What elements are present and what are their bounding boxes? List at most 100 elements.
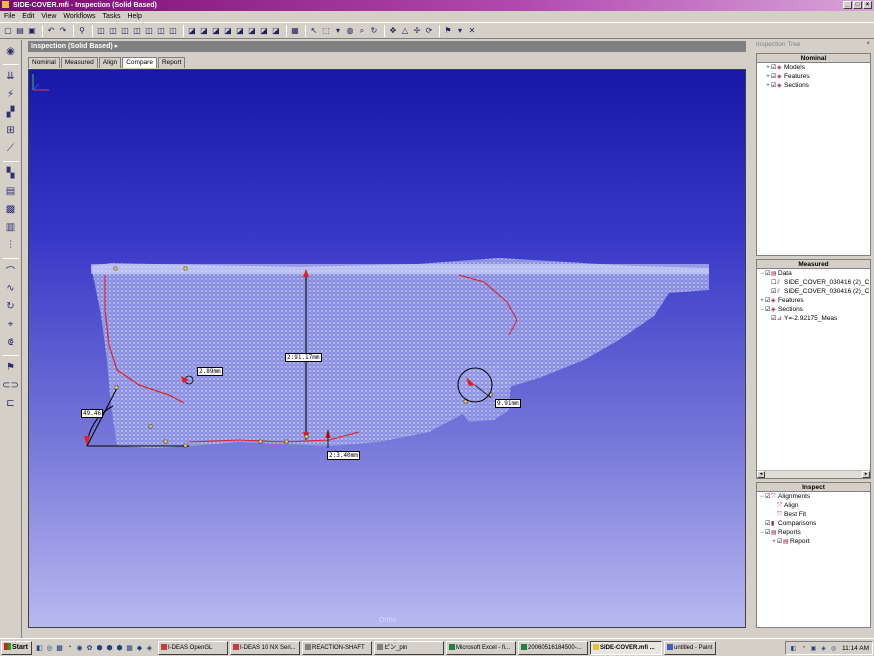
undo-icon[interactable]: ↶	[46, 26, 56, 36]
curve-tool-icon[interactable]: ⌒	[3, 263, 19, 278]
quicklaunch-7-icon[interactable]: ⬢	[95, 643, 104, 653]
tray-icon-1[interactable]: ◧	[789, 644, 798, 653]
new-file-icon[interactable]: ▢	[3, 26, 13, 36]
redo-icon[interactable]: ↷	[58, 26, 68, 36]
view-left-icon[interactable]: ◫	[132, 26, 142, 36]
nominal-tool-icon[interactable]: ⇊	[3, 69, 19, 83]
align-tool-icon[interactable]: ⊞	[3, 123, 19, 137]
import-points-icon[interactable]: ▞	[3, 105, 19, 119]
tray-icon-3[interactable]: ▣	[809, 644, 818, 653]
gdt-tool-icon[interactable]: ⌖	[3, 317, 19, 331]
height-label[interactable]: 2:91.17mm	[285, 353, 322, 362]
measured-horizontal-scrollbar[interactable]: ◂ ▸	[757, 470, 870, 478]
quicklaunch-1-icon[interactable]: ◧	[35, 643, 44, 653]
close-button[interactable]: ×	[863, 1, 872, 9]
capsule-tool-icon[interactable]: ⊂⊃	[2, 378, 19, 392]
quicklaunch-8-icon[interactable]: ⬢	[105, 643, 114, 653]
fit-icon[interactable]: ✥	[388, 26, 398, 36]
report-flag-icon[interactable]: ⚑	[3, 360, 19, 374]
dropdown-arrow-icon[interactable]: ▾	[333, 26, 343, 36]
bottom-dimension-label[interactable]: 2:3.40mm	[327, 451, 360, 460]
quicklaunch-10-icon[interactable]: ▦	[125, 643, 134, 653]
view-cube-8-icon[interactable]: ◪	[271, 26, 281, 36]
view-right-icon[interactable]: ◫	[144, 26, 154, 36]
tab-report[interactable]: Report	[157, 57, 186, 68]
tray-icon-4[interactable]: ◈	[819, 644, 828, 653]
dimension-tool-icon[interactable]: ↻	[3, 299, 19, 313]
menu-view[interactable]: View	[41, 13, 56, 20]
scroll-right-icon[interactable]: ▸	[862, 471, 870, 478]
tree-item-measured-features[interactable]: +☑◈ Features	[757, 296, 870, 305]
tree-item-point-cloud-1[interactable]: ☐⫽ SIDE_COVER_030416 (2)_C	[757, 278, 870, 287]
tab-align[interactable]: Align	[98, 57, 122, 68]
tree-item-align[interactable]: ⤧ Align	[757, 501, 870, 510]
quicklaunch-2-icon[interactable]: ◎	[45, 643, 54, 653]
filter-icon[interactable]: ⚑	[443, 26, 453, 36]
refresh-icon[interactable]: ⟳	[424, 26, 434, 36]
open-folder-icon[interactable]: ▤	[15, 26, 25, 36]
menu-edit[interactable]: Edit	[22, 13, 34, 20]
quicklaunch-3-icon[interactable]: ▩	[55, 643, 64, 653]
radius-label-right[interactable]: 9.91mm	[495, 399, 521, 408]
quicklaunch-9-icon[interactable]: ⬢	[115, 643, 124, 653]
quicklaunch-6-icon[interactable]: ✿	[85, 643, 94, 653]
start-button[interactable]: Start	[1, 640, 32, 655]
view-top-icon[interactable]: ◫	[156, 26, 166, 36]
quicklaunch-4-icon[interactable]: ◔	[65, 643, 74, 653]
tree-item-reports[interactable]: −☑▤Reports	[757, 528, 870, 537]
tab-nominal[interactable]: Nominal	[28, 57, 60, 68]
view-bottom-icon[interactable]: ◫	[168, 26, 178, 36]
radius-label-left[interactable]: 2.89mm	[197, 367, 223, 376]
color-map-icon[interactable]: ▩	[3, 202, 19, 216]
tree-item-report[interactable]: +☑▤Report	[757, 537, 870, 546]
taskbar-item-20060516[interactable]: 20060516184500-...	[518, 640, 588, 655]
view-cube-6-icon[interactable]: ◪	[247, 26, 257, 36]
select-arrow-icon[interactable]: ↖	[309, 26, 319, 36]
taskbar-item-ideas-opengl[interactable]: I-DEAS OpenGL	[158, 640, 228, 655]
deviation-tool-icon[interactable]: ▤	[3, 184, 19, 198]
view-iso-icon[interactable]: ◫	[96, 26, 106, 36]
menu-file[interactable]: File	[4, 13, 15, 20]
tree-item-section-y[interactable]: ☑⊿ Y=-2.92175_Meas	[757, 314, 870, 323]
tray-icon-5[interactable]: ◎	[829, 644, 838, 653]
menu-workflows[interactable]: Workflows	[63, 13, 95, 20]
zoom-icon[interactable]: ⌕	[357, 26, 367, 36]
tree-item-models[interactable]: +☑◈ Models	[757, 63, 870, 72]
taskbar-item-side-cover[interactable]: SIDE-COVER.mfi ...	[590, 640, 662, 655]
quicklaunch-11-icon[interactable]: ◆	[135, 643, 144, 653]
tab-compare[interactable]: Compare	[122, 57, 157, 68]
select-box-icon[interactable]: ⬚	[321, 26, 331, 36]
tree-item-sections[interactable]: +☑◈ Sections	[757, 81, 870, 90]
minimize-button[interactable]: _	[843, 1, 852, 9]
best-fit-icon[interactable]: ⟋	[3, 141, 19, 155]
menu-tasks[interactable]: Tasks	[103, 13, 121, 20]
quicklaunch-12-icon[interactable]: ◈	[145, 643, 154, 653]
measure-tool-icon[interactable]: ⚡	[3, 87, 19, 101]
whisker-tool-icon[interactable]: ⫶	[3, 238, 19, 252]
menu-help[interactable]: Help	[127, 13, 141, 20]
maximize-button[interactable]: □	[853, 1, 862, 9]
angle-label[interactable]: 49.46	[81, 409, 104, 418]
tree-item-measured-sections[interactable]: −☑◈ Sections	[757, 305, 870, 314]
annotation-tool-icon[interactable]: ⟃	[3, 335, 19, 349]
cancel-tool-icon[interactable]: ✕	[467, 26, 477, 36]
taskbar-item-pin[interactable]: ピン_pin	[374, 640, 444, 655]
view-cube-7-icon[interactable]: ◪	[259, 26, 269, 36]
display-icon[interactable]: ▦	[290, 26, 300, 36]
taskbar-item-ideas-nx[interactable]: I-DEAS 10 NX Seri...	[230, 640, 300, 655]
tree-item-best-fit[interactable]: ⤧ Best Fit	[757, 510, 870, 519]
view-cube-2-icon[interactable]: ◪	[199, 26, 209, 36]
3d-viewport[interactable]: 2.89mm 2:91.17mm 9.91mm 49.46 2:3.40mm O…	[28, 69, 746, 628]
options-dropdown-icon[interactable]: ▾	[455, 26, 465, 36]
label-tool-icon[interactable]: ⊏	[3, 396, 19, 410]
tree-item-data[interactable]: −☑▤Data	[757, 269, 870, 278]
tree-item-comparisons[interactable]: ☑▮ Comparisons	[757, 519, 870, 528]
taskbar-item-reaction-shaft[interactable]: REACTION-SHAFT	[302, 640, 372, 655]
save-icon[interactable]: ▣	[27, 26, 37, 36]
shading-icon[interactable]: ◍	[345, 26, 355, 36]
panel-close-icon[interactable]: ×	[866, 41, 870, 47]
scroll-left-icon[interactable]: ◂	[757, 471, 765, 478]
tree-item-point-cloud-2[interactable]: ☑⫽ SIDE_COVER_030416 (2)_C	[757, 287, 870, 296]
tab-measured[interactable]: Measured	[60, 57, 98, 68]
tree-item-alignments[interactable]: −☑⤧ Alignments	[757, 492, 870, 501]
